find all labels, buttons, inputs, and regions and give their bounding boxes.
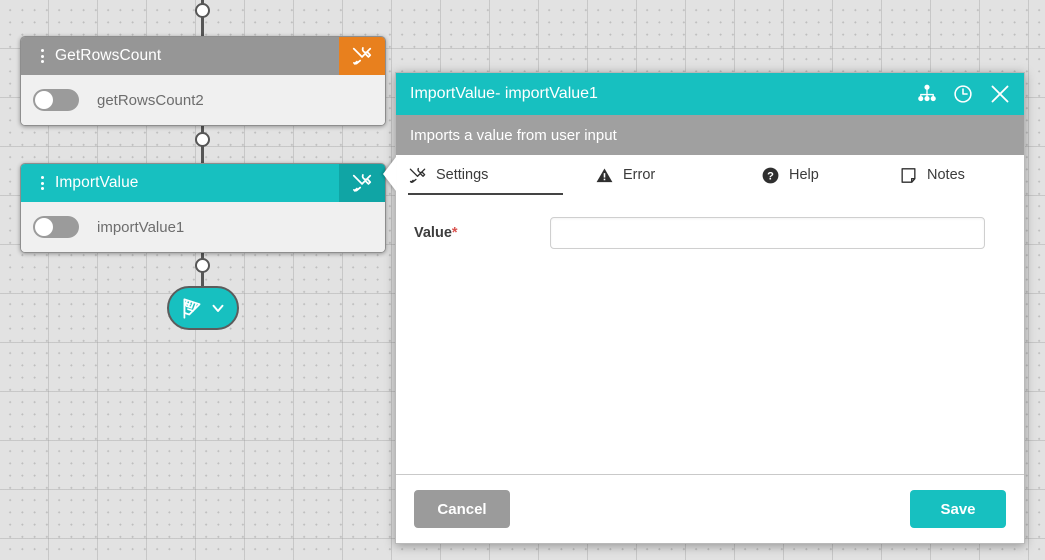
node-header[interactable]: GetRowsCount [21, 37, 385, 75]
node-title: GetRowsCount [55, 47, 339, 65]
tab-label: Error [623, 167, 655, 183]
node-body: importValue1 [21, 202, 385, 252]
vertical-dots-icon[interactable] [31, 49, 53, 63]
warning-triangle-icon [595, 166, 614, 185]
node-header[interactable]: ImportValue [21, 164, 385, 202]
question-circle-icon: ? [761, 166, 780, 185]
value-field-label: Value* [414, 225, 550, 241]
required-marker: * [452, 225, 458, 241]
value-input[interactable] [550, 217, 985, 249]
tools-icon[interactable] [339, 37, 385, 75]
note-page-icon [899, 166, 918, 185]
tab-help[interactable]: ? Help [761, 155, 861, 195]
connector-dot-mid[interactable] [195, 132, 210, 147]
dialog-pointer-caret [383, 157, 396, 191]
flow-node-getrowscount[interactable]: GetRowsCount getRowsCount2 [20, 36, 386, 126]
checkered-flag-icon [179, 295, 205, 321]
node-enable-toggle[interactable] [33, 216, 79, 238]
tab-notes[interactable]: Notes [899, 155, 1009, 195]
dialog-title: ImportValue- importValue1 [410, 85, 916, 103]
tools-icon [408, 166, 427, 185]
chevron-down-icon[interactable] [209, 299, 227, 317]
node-instance-label: importValue1 [97, 219, 184, 236]
node-properties-dialog[interactable]: ImportValue- importValue1 [395, 72, 1025, 544]
cancel-button[interactable]: Cancel [414, 490, 510, 528]
tab-label: Settings [436, 167, 488, 183]
dialog-description: Imports a value from user input [396, 115, 1024, 155]
tools-icon[interactable] [339, 164, 385, 202]
flow-node-importvalue[interactable]: ImportValue importValue1 [20, 163, 386, 253]
dialog-footer: Cancel Save [396, 474, 1024, 543]
close-icon[interactable] [988, 82, 1012, 106]
node-instance-label: getRowsCount2 [97, 92, 204, 109]
value-field-row: Value* [396, 217, 1024, 249]
history-clock-icon[interactable] [952, 83, 974, 105]
dialog-title-bar: ImportValue- importValue1 [396, 73, 1024, 115]
tab-error[interactable]: Error [595, 155, 745, 195]
flow-end-node[interactable] [167, 286, 239, 330]
tab-label: Help [789, 167, 819, 183]
dialog-body: Value* [396, 195, 1024, 474]
svg-text:?: ? [767, 170, 774, 182]
node-body: getRowsCount2 [21, 75, 385, 125]
vertical-dots-icon[interactable] [31, 176, 53, 190]
workflow-canvas[interactable]: GetRowsCount getRowsCount2 ImportValue [0, 0, 1045, 560]
hierarchy-icon[interactable] [916, 83, 938, 105]
connector-dot-bottom[interactable] [195, 258, 210, 273]
dialog-tab-bar[interactable]: Settings Error ? [396, 155, 1024, 195]
connector-dot-top[interactable] [195, 3, 210, 18]
node-title: ImportValue [55, 174, 339, 192]
tab-settings[interactable]: Settings [408, 155, 563, 195]
save-button[interactable]: Save [910, 490, 1006, 528]
node-enable-toggle[interactable] [33, 89, 79, 111]
tab-label: Notes [927, 167, 965, 183]
